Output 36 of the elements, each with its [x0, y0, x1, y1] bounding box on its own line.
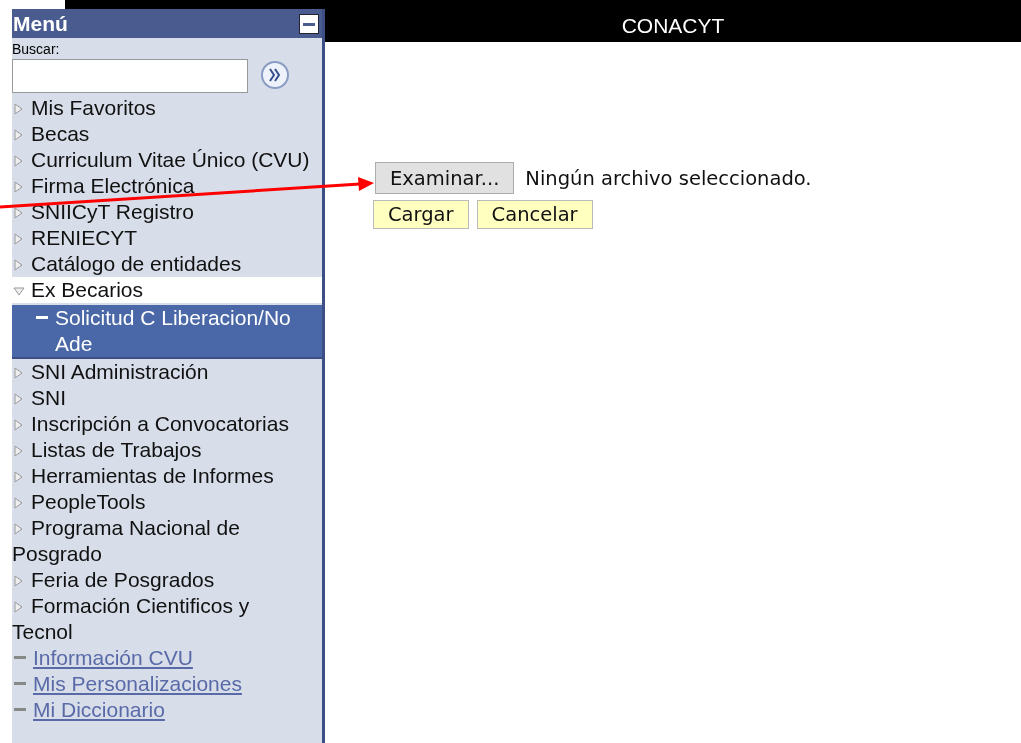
search-label: Buscar:	[12, 41, 61, 57]
menu-item[interactable]: Feria de Posgrados	[12, 567, 322, 593]
collapse-icon[interactable]	[299, 13, 319, 34]
browse-button[interactable]: Examinar...	[375, 162, 515, 194]
dash-icon	[36, 316, 48, 320]
menu-subitem[interactable]: Solicitud C Liberacion/No Ade	[12, 303, 322, 359]
dash-icon	[14, 656, 26, 660]
menu-item[interactable]: Becas	[12, 121, 322, 147]
menu-item[interactable]: Herramientas de Informes	[12, 463, 322, 489]
triangle-down-icon[interactable]	[12, 284, 26, 298]
menu-link[interactable]: Mis Personalizaciones	[33, 672, 242, 695]
menu-link[interactable]: Información CVU	[33, 646, 193, 669]
search-go-icon[interactable]	[260, 60, 290, 90]
menu-item[interactable]: Programa Nacional de Posgrado	[12, 515, 322, 567]
menu-item[interactable]: RENIECYT	[12, 225, 322, 251]
menu-item[interactable]: SNI Administración	[12, 359, 322, 385]
menu-item[interactable]: Ex Becarios	[12, 277, 322, 303]
menu-item[interactable]: SNIICyT Registro	[12, 199, 322, 225]
dash-icon	[14, 708, 26, 712]
page-title: CONACYT	[621, 13, 725, 38]
menu-item[interactable]: Formación Cientificos y Tecnol	[12, 593, 322, 645]
action-button[interactable]: Cancelar	[476, 200, 593, 229]
menu-item[interactable]: PeopleTools	[12, 489, 322, 515]
menu-item[interactable]: Catálogo de entidades	[12, 251, 322, 277]
file-status: Ningún archivo seleccionado.	[525, 166, 812, 190]
dash-icon	[14, 682, 26, 686]
menu-item[interactable]: SNI	[12, 385, 322, 411]
menu-item[interactable]: Mis Favoritos	[12, 95, 322, 121]
search-field[interactable]	[12, 59, 248, 93]
menu-item[interactable]: Firma Electrónica	[12, 173, 322, 199]
menu-item[interactable]: Listas de Trabajos	[12, 437, 322, 463]
menu-item[interactable]: Inscripción a Convocatorias	[12, 411, 322, 437]
menu-link[interactable]: Mi Diccionario	[33, 698, 165, 721]
menu-item[interactable]: Curriculum Vitae Único (CVU)	[12, 147, 322, 173]
action-button[interactable]: Cargar	[373, 200, 469, 229]
menu-title: Menú	[13, 11, 68, 36]
